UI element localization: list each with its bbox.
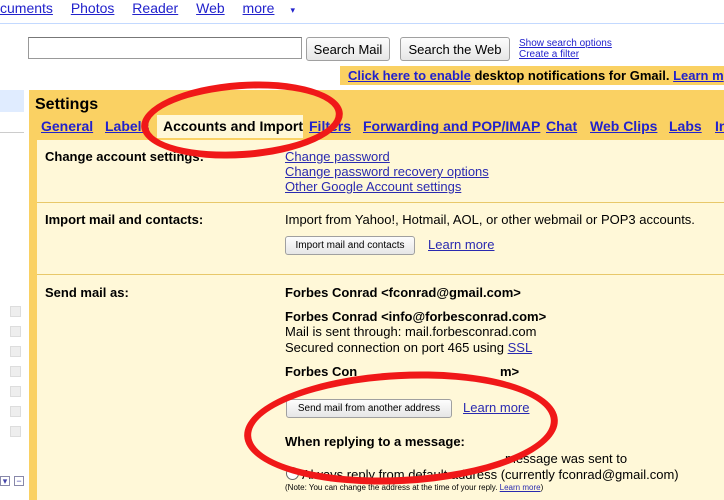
reply-note-learn-more-link[interactable]: Learn more [500, 483, 541, 492]
reply-option-1-text: message was sent to [505, 451, 628, 466]
nav-photos[interactable]: Photos [71, 0, 115, 16]
nav-reader[interactable]: Reader [132, 0, 178, 16]
send-learn-more-link[interactable]: Learn more [463, 400, 529, 415]
import-mail-button[interactable]: Import mail and contacts [285, 236, 415, 255]
notification-learn-more-link[interactable]: Learn m [673, 68, 724, 83]
change-account-label: Change account settings: [45, 149, 204, 164]
ssl-link[interactable]: SSL [508, 340, 533, 355]
tab-forwarding[interactable]: Forwarding and POP/IMAP [363, 118, 540, 134]
divider [37, 202, 724, 203]
nav-documents[interactable]: cuments [0, 0, 53, 16]
import-label: Import mail and contacts: [45, 212, 204, 227]
sidebar-checkbox[interactable] [10, 346, 21, 357]
secured-label: Secured connection on port 465 using [285, 340, 508, 355]
top-nav: cuments Photos Reader Web more ▾ [0, 0, 309, 18]
sidebar-selected-item[interactable] [0, 90, 24, 112]
tab-filters[interactable]: Filters [309, 118, 351, 134]
divider [37, 274, 724, 275]
change-recovery-link[interactable]: Change password recovery options [285, 164, 489, 179]
sidebar-checkbox[interactable] [10, 306, 21, 317]
enable-notifications-link[interactable]: Click here to enable [348, 68, 471, 83]
reply-note-end: ) [540, 483, 544, 492]
tab-labs[interactable]: Labs [669, 118, 702, 134]
tab-web-clips[interactable]: Web Clips [590, 118, 657, 134]
create-filter-link[interactable]: Create a filter [519, 49, 612, 60]
reply-heading: When replying to a message: [285, 434, 465, 449]
sidebar-checkbox[interactable] [10, 406, 21, 417]
send-address-2: Forbes Conrad <info@forbesconrad.com> [285, 309, 547, 324]
nav-divider [0, 23, 724, 24]
nav-more[interactable]: more [243, 0, 275, 16]
sidebar-divider [0, 132, 24, 133]
page-title: Settings [35, 96, 99, 113]
sent-through-text: Mail is sent through: mail.forbesconrad.… [285, 324, 537, 339]
google-account-settings-link[interactable]: Other Google Account settings [285, 179, 489, 194]
notification-text: desktop notifications for Gmail. [470, 68, 670, 83]
tab-chat[interactable]: Chat [546, 118, 577, 134]
notification-bar: Click here to enable desktop notificatio… [340, 66, 724, 85]
change-account-links: Change password Change password recovery… [285, 149, 489, 194]
tab-general[interactable]: General [41, 118, 93, 134]
import-description: Import from Yahoo!, Hotmail, AOL, or oth… [285, 212, 695, 227]
chevron-down-icon[interactable]: ▾ [0, 476, 10, 486]
sidebar-checkbox[interactable] [10, 426, 21, 437]
search-input[interactable] [28, 37, 302, 59]
show-search-options-link[interactable]: Show search options [519, 38, 612, 49]
secured-text: Secured connection on port 465 using SSL [285, 340, 532, 355]
send-mail-as-label: Send mail as: [45, 285, 129, 300]
search-links: Show search options Create a filter [519, 38, 612, 60]
send-address-3-end: m> [500, 364, 520, 379]
tab-more[interactable]: In [715, 118, 724, 134]
send-address-1: Forbes Conrad <fconrad@gmail.com> [285, 285, 521, 300]
sidebar-checkbox[interactable] [10, 366, 21, 377]
search-web-button[interactable]: Search the Web [400, 37, 510, 61]
collapse-icon[interactable]: − [14, 476, 24, 486]
send-address-3: Forbes Con [285, 364, 358, 379]
radio-button[interactable] [286, 467, 299, 480]
nav-web[interactable]: Web [196, 0, 225, 16]
import-learn-more-link[interactable]: Learn more [428, 237, 494, 252]
reply-option-2-label: Always reply from default address (curre… [302, 467, 679, 482]
sidebar-checkbox[interactable] [10, 326, 21, 337]
search-mail-button[interactable]: Search Mail [306, 37, 390, 61]
chevron-down-icon: ▾ [290, 5, 295, 15]
send-from-another-address-button[interactable]: Send mail from another address [286, 399, 452, 418]
tab-accounts-and-import[interactable]: Accounts and Import [157, 115, 303, 138]
tab-labels[interactable]: Labels [105, 118, 149, 134]
reply-note: (Note: You can change the address at the… [285, 483, 543, 492]
change-password-link[interactable]: Change password [285, 149, 489, 164]
sidebar-checkbox[interactable] [10, 386, 21, 397]
reply-option-2[interactable]: Always reply from default address (curre… [286, 467, 679, 482]
reply-note-text: (Note: You can change the address at the… [285, 483, 500, 492]
